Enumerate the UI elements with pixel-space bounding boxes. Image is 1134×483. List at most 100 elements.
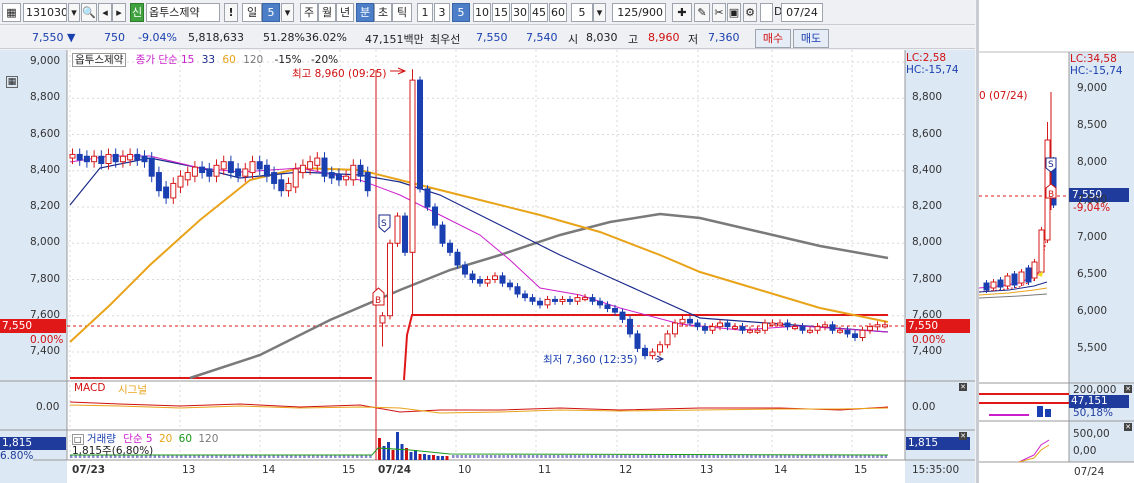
alert-button[interactable]: ! <box>224 3 238 22</box>
interval-60-button[interactable]: 60 <box>549 3 567 22</box>
interval-5-button[interactable]: 5 <box>452 3 470 22</box>
svg-text:S: S <box>381 219 387 229</box>
buy-marker: B <box>372 287 385 306</box>
code-dropdown-icon[interactable]: ▾ <box>68 3 80 22</box>
credit-badge: 신 <box>130 3 144 22</box>
stock-code-value: 131030 <box>26 6 67 19</box>
volume-value: 5,818,633 <box>188 31 244 44</box>
side-vol-close-icon[interactable]: ✕ <box>1124 423 1132 431</box>
svg-text:B: B <box>1048 190 1054 200</box>
period-week-button[interactable]: 주 <box>300 3 318 22</box>
sell-button[interactable]: 매도 <box>793 29 829 48</box>
date-checkbox[interactable] <box>760 3 773 22</box>
current-price: 7,550 ▼ <box>32 31 76 44</box>
right-axis-tick: 8,800 <box>912 91 943 104</box>
scissors-icon[interactable]: ✂ <box>712 3 726 22</box>
stock-name-field[interactable]: 옵투스제약 <box>146 3 220 22</box>
next-stock-icon[interactable]: ▸ <box>112 3 126 22</box>
interval-15-button[interactable]: 15 <box>492 3 510 22</box>
prev-stock-icon[interactable]: ◂ <box>98 3 112 22</box>
interval-1-button[interactable]: 1 <box>417 3 433 22</box>
legend-ma33: 33 <box>201 54 216 66</box>
search-icon[interactable]: 🔍 <box>81 3 97 22</box>
stock-code-input[interactable]: 131030 <box>23 3 67 22</box>
chart-canvas: S B <box>0 50 975 483</box>
interval-10-button[interactable]: 10 <box>473 3 491 22</box>
macd-zero-right: 0.00 <box>912 401 936 413</box>
volume-close-icon[interactable]: ✕ <box>959 432 967 440</box>
macd-signal-label: 시그널 <box>118 384 147 396</box>
right-axis-tick: 7,800 <box>912 272 943 285</box>
left-axis-tick: 9,000 <box>30 55 61 67</box>
right-axis-tick: 8,000 <box>912 236 943 249</box>
side-amt-zero: 0,00 <box>1073 445 1097 457</box>
left-axis-tick: 7,600 <box>30 308 61 321</box>
time-axis-tick: 13 <box>182 464 196 476</box>
left-axis-tick: 8,400 <box>30 163 61 176</box>
side-axis-tick: 8,500 <box>1077 119 1108 132</box>
svg-text:B: B <box>375 296 381 306</box>
chart-legend: 옵투스제약 종가 단순 15 33 60 120 -15% -20% <box>72 52 338 67</box>
side-hc: HC:-15,74 <box>1070 65 1123 77</box>
left-axis-tick: 8,600 <box>30 127 61 140</box>
legend-stock[interactable]: 옵투스제약 <box>72 53 127 67</box>
count-dropdown-icon[interactable]: ▾ <box>593 3 606 22</box>
interval-3-button[interactable]: 3 <box>434 3 450 22</box>
period-tick-button[interactable]: 틱 <box>392 3 412 22</box>
crosshair-icon[interactable]: ✚ <box>672 3 692 22</box>
ma15-line <box>69 155 889 333</box>
best-bid: 7,540 <box>526 31 558 44</box>
legend-ma60: 60 <box>222 54 236 66</box>
macd-signal-line <box>69 404 889 414</box>
side-high-note: 0 (07/24) <box>979 90 1028 102</box>
calculator-icon[interactable]: ▦ <box>6 76 18 88</box>
legend-ma-label: 종가 단순 <box>135 54 178 66</box>
left-axis-tick: 8,000 <box>30 236 61 249</box>
buy-button[interactable]: 매수 <box>755 29 791 48</box>
time-axis-tick: 07/23 <box>72 464 106 476</box>
right-axis-tick: 8,400 <box>912 163 943 176</box>
date-input[interactable]: 07/24 <box>781 3 823 22</box>
legend-ma15: 15 <box>180 54 195 66</box>
period-day-button[interactable]: 일 <box>242 3 262 22</box>
legend-pct1: -15% <box>274 54 302 66</box>
high-arrow-icon <box>390 67 407 75</box>
side-chart[interactable]: S B 0 (07/24) LC:34,58 HC:-15,74 7,550 -… <box>976 0 1134 483</box>
current-price-right: 7,550 <box>906 319 970 333</box>
period-num-button[interactable]: 5 <box>262 3 280 22</box>
side-amt-axis: 500,00 <box>1073 428 1110 440</box>
period-second-button[interactable]: 초 <box>374 3 392 22</box>
period-month-button[interactable]: 월 <box>318 3 336 22</box>
time-axis-tick: 14 <box>262 464 276 476</box>
side-macd-close-icon[interactable]: ✕ <box>1124 385 1132 393</box>
high-annotation: 최고 8,960 (09:25) <box>292 68 387 80</box>
count-input[interactable]: 5 <box>571 3 593 22</box>
side-date: 07/24 <box>1074 466 1105 478</box>
change-pct: -9.04% <box>138 31 177 44</box>
interval-30-button[interactable]: 30 <box>511 3 529 22</box>
interval-45-button[interactable]: 45 <box>530 3 548 22</box>
volume-pct-left: 6.80% <box>0 450 34 462</box>
period-dropdown-icon[interactable]: ▾ <box>281 3 294 22</box>
macd-line <box>69 401 889 413</box>
grid-icon[interactable]: ▦ <box>2 3 21 22</box>
save-icon[interactable]: ▣ <box>727 3 741 22</box>
period-year-button[interactable]: 년 <box>336 3 354 22</box>
right-axis-tick: 7,600 <box>912 308 943 321</box>
reference-line <box>403 314 888 381</box>
time-axis-tick: 10 <box>458 464 472 476</box>
right-axis-bg <box>905 50 975 483</box>
side-axis-tick: 9,000 <box>1077 82 1108 94</box>
draw-tool-icon[interactable]: ✎ <box>694 3 710 22</box>
main-chart-area[interactable]: S B ▦ 7,550 0.00% 7,550 0.00% LC:2,58 HC… <box>0 50 975 483</box>
side-axis-tick: 5,500 <box>1077 342 1108 355</box>
horizontal-grid <box>67 61 905 353</box>
hc-label: HC:-15,74 <box>906 64 959 76</box>
macd-close-icon[interactable]: ✕ <box>959 383 967 391</box>
gear-icon[interactable]: ⚙ <box>743 3 757 22</box>
ma33-line <box>69 157 889 333</box>
period-minute-button[interactable]: 분 <box>356 3 374 22</box>
volume-value: 1,815주(6,80%) <box>72 445 154 457</box>
time-axis-tick: 12 <box>619 464 633 476</box>
clock-label: 15:35:00 <box>912 464 960 476</box>
